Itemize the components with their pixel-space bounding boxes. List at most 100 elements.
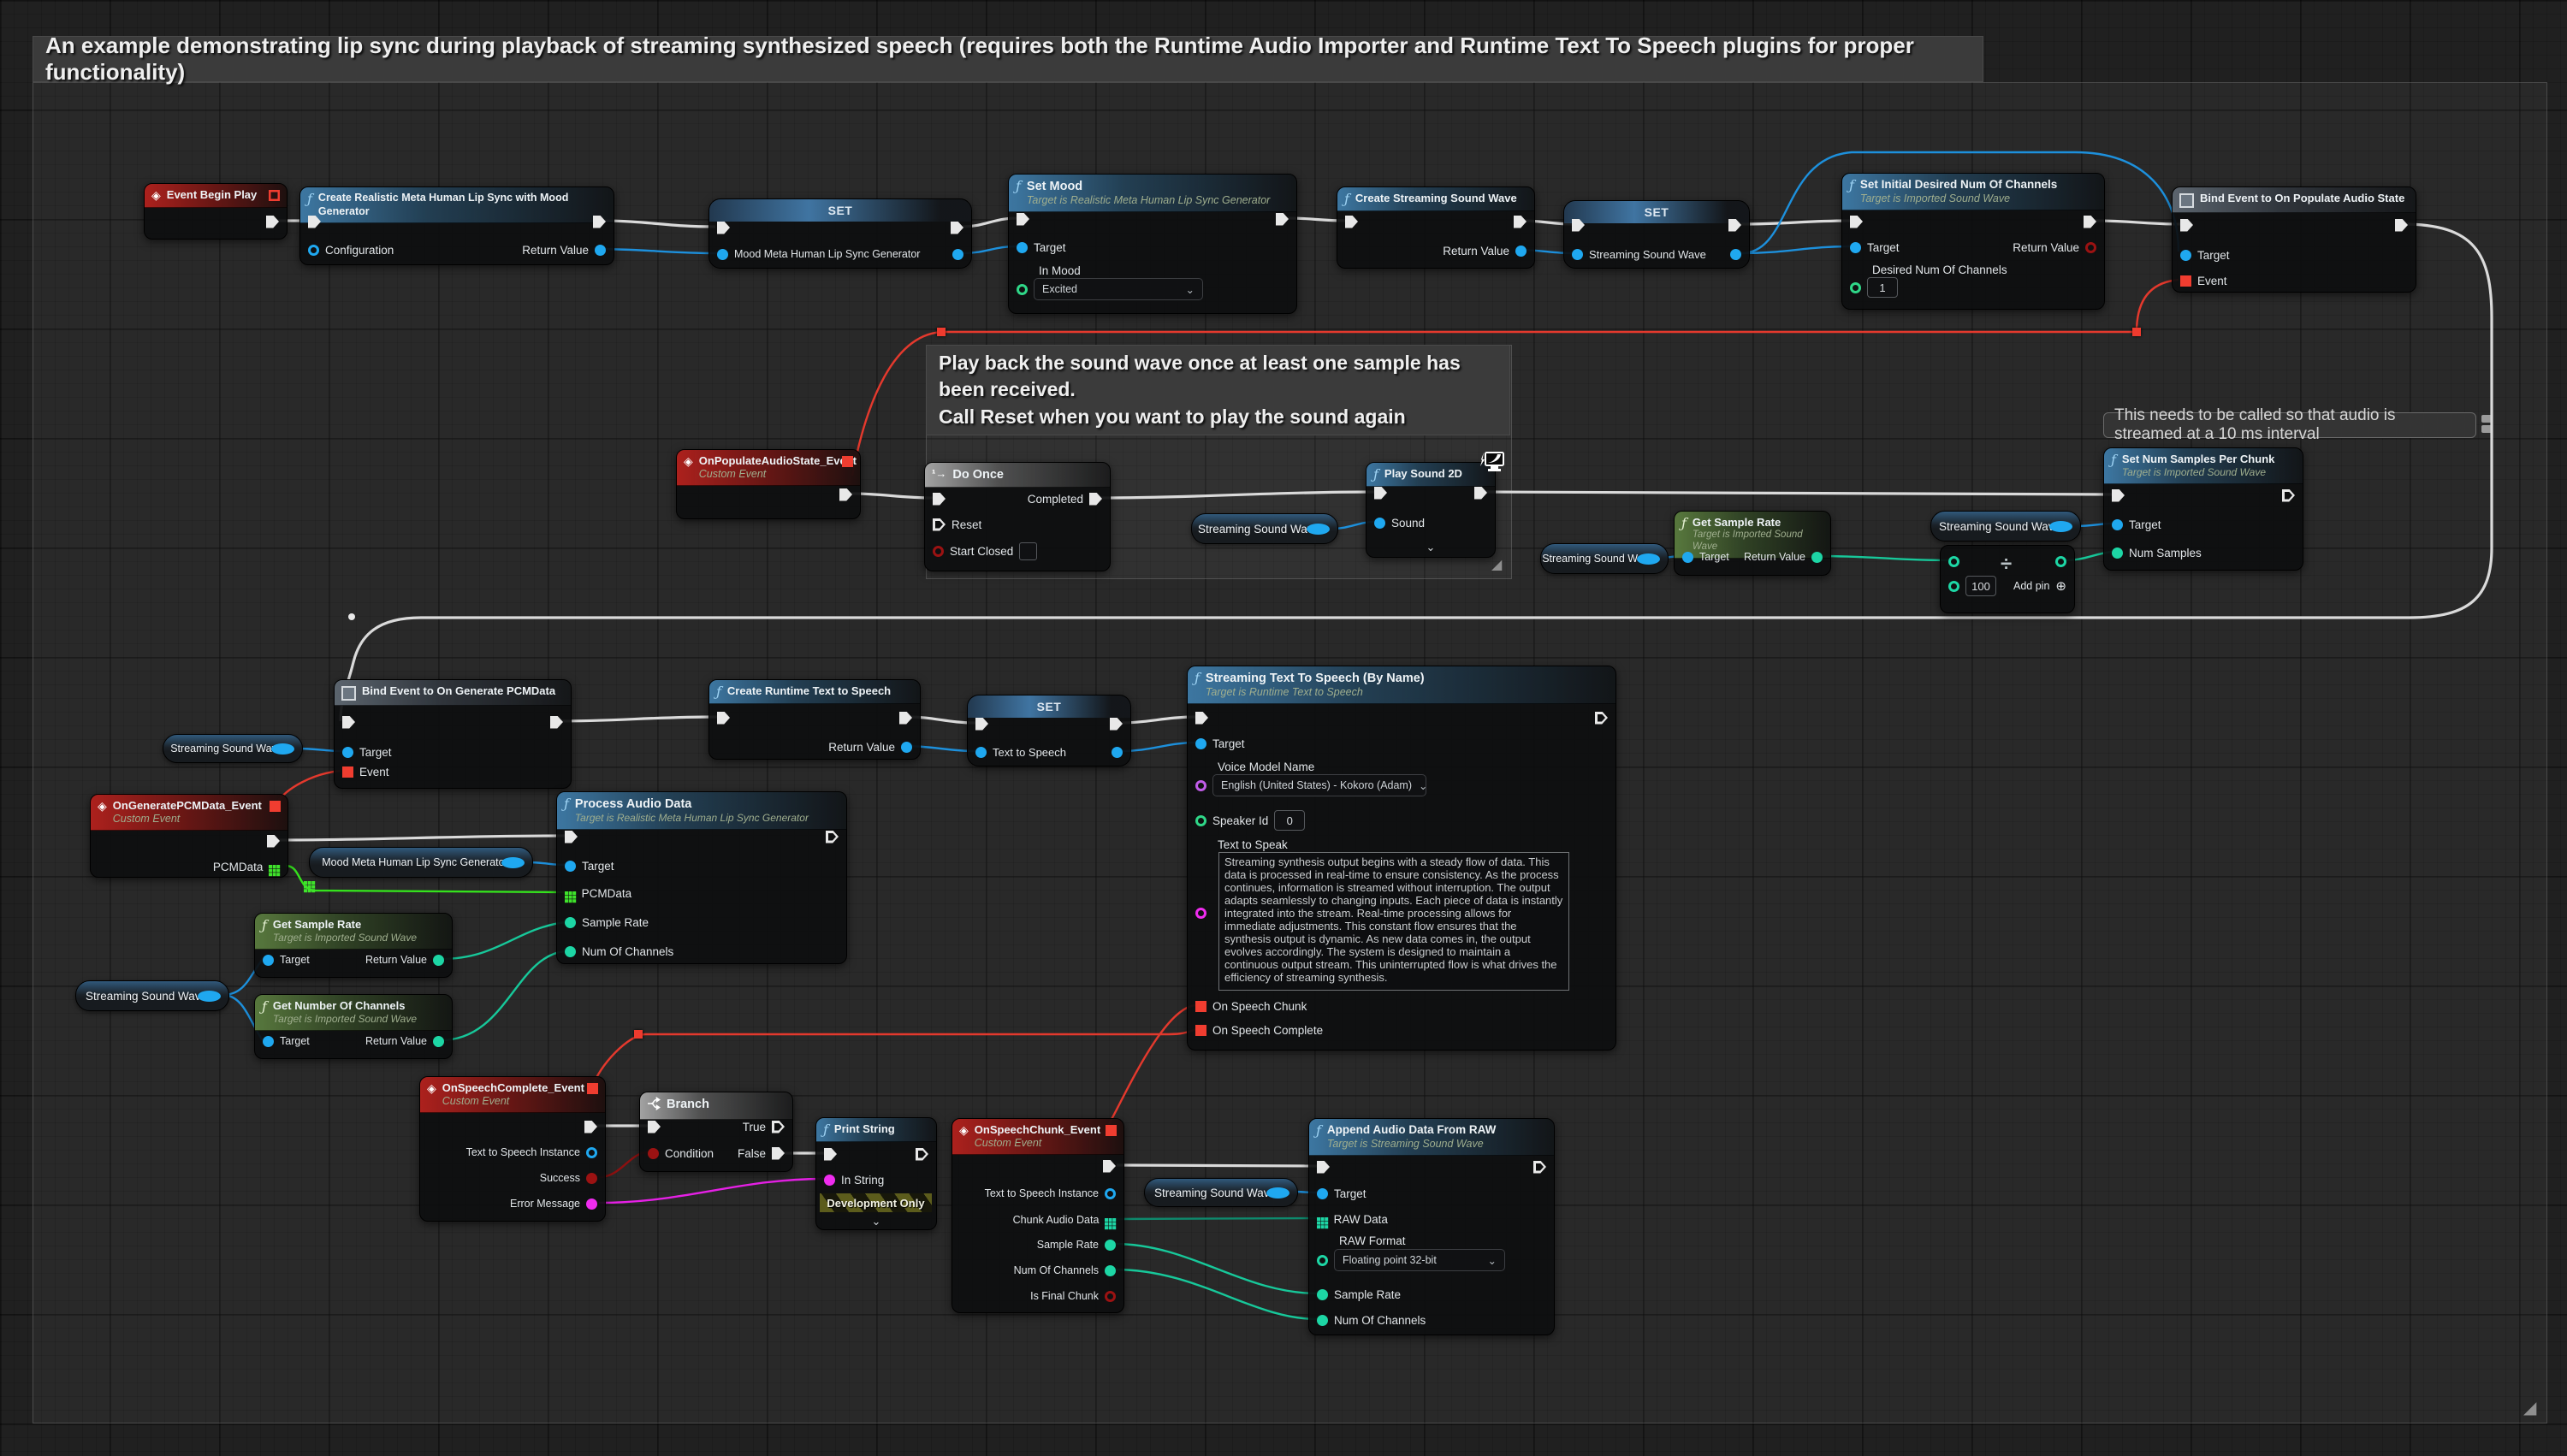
dropdown[interactable]: English (United States) - Kokoro (Adam)⌄ <box>1212 774 1426 796</box>
str-pin[interactable] <box>586 1199 597 1210</box>
obj-pin[interactable] <box>975 747 987 758</box>
teal-pin[interactable] <box>1105 1265 1116 1276</box>
exec-pin[interactable] <box>717 712 730 725</box>
comment-pin-icon[interactable] <box>2481 415 2493 433</box>
reroute-node[interactable] <box>348 613 355 620</box>
exec-pin[interactable] <box>2282 489 2295 502</box>
exec-pin[interactable] <box>951 222 963 234</box>
process-audio-data[interactable]: ƒProcess Audio DataTarget is Realistic M… <box>556 791 847 964</box>
exec-pin[interactable] <box>267 835 280 848</box>
teal-pin[interactable] <box>1948 556 1959 567</box>
exec-pin[interactable] <box>772 1121 785 1133</box>
exec-pin[interactable] <box>916 1148 928 1161</box>
value-input[interactable]: 100 <box>1965 576 1996 596</box>
delegate-pin[interactable] <box>587 1083 598 1094</box>
exec-pin[interactable] <box>1103 1160 1116 1173</box>
exec-pin[interactable] <box>550 716 563 729</box>
set-streaming-sound-wave[interactable]: SETStreaming Sound Wave <box>1563 200 1750 269</box>
print-string[interactable]: ƒPrint StringIn StringDevelopment Only⌄ <box>815 1117 937 1230</box>
bool-pin[interactable] <box>2085 242 2096 253</box>
obj-pin[interactable] <box>2049 521 2072 532</box>
exec-pin[interactable] <box>1195 712 1208 725</box>
exec-pin[interactable] <box>2395 219 2408 232</box>
teal-pin[interactable] <box>2112 547 2123 559</box>
bool-pin[interactable] <box>648 1148 659 1159</box>
checkbox[interactable] <box>1019 542 1037 560</box>
obj-pin[interactable] <box>565 861 576 872</box>
exec-pin[interactable] <box>266 216 279 228</box>
exec-pin[interactable] <box>826 831 839 843</box>
delegate-pin[interactable] <box>269 190 280 201</box>
teal-pin[interactable] <box>1948 581 1959 592</box>
teal-pin[interactable] <box>433 1036 444 1047</box>
text-to-speak-input[interactable]: Streaming synthesis output begins with a… <box>1218 852 1569 991</box>
dropdown[interactable]: Excited⌄ <box>1034 278 1203 300</box>
del-pin[interactable] <box>342 766 353 778</box>
comment-resize-handle-icon[interactable]: ◢ <box>2523 1400 2536 1417</box>
exec-pin[interactable] <box>933 493 946 506</box>
obj-pin[interactable] <box>1112 747 1123 758</box>
var-streaming-sound-wave-3[interactable]: Streaming Sound Wave <box>1930 511 2081 542</box>
get-sample-rate-left[interactable]: ƒGet Sample RateTarget is Imported Sound… <box>254 913 453 978</box>
obj-pin[interactable] <box>1515 246 1527 257</box>
obj-pin[interactable] <box>1374 518 1385 529</box>
var-streaming-sound-wave-2[interactable]: Streaming Sound Wave <box>1540 543 1669 574</box>
exec-pin[interactable] <box>1110 718 1123 731</box>
blueprint-graph-canvas[interactable]: An example demonstrating lip sync during… <box>0 0 2567 1456</box>
exec-pin[interactable] <box>1595 712 1608 725</box>
obj-pin[interactable] <box>1105 1188 1116 1199</box>
teal-pin[interactable] <box>1317 1315 1328 1326</box>
exec-pin[interactable] <box>1317 1161 1330 1174</box>
create-streaming-sound-wave[interactable]: ƒCreate Streaming Sound WaveReturn Value <box>1337 186 1535 269</box>
delegate-pin[interactable] <box>1106 1125 1117 1136</box>
exec-pin[interactable] <box>899 712 912 725</box>
reroute-node[interactable] <box>634 1030 643 1039</box>
enumg-pin[interactable] <box>1017 284 1028 295</box>
teal-pin[interactable] <box>565 946 576 957</box>
on-generate-pcmdata-event[interactable]: ◈OnGeneratePCMData_EventCustom EventPCMD… <box>90 794 288 878</box>
teal-pin[interactable] <box>1811 552 1823 563</box>
obj-pin[interactable] <box>501 857 525 868</box>
obj-pin[interactable] <box>586 1147 597 1158</box>
exec-pin[interactable] <box>975 718 988 731</box>
bool-pin[interactable] <box>586 1173 597 1184</box>
obj-pin[interactable] <box>1266 1187 1289 1199</box>
graph-comment-title[interactable]: An example demonstrating lip sync during… <box>33 36 1983 82</box>
var-streaming-sound-wave-4[interactable]: Streaming Sound Wave <box>163 734 303 763</box>
obj-pin[interactable] <box>1682 552 1693 563</box>
exec-pin[interactable] <box>1533 1161 1546 1174</box>
exec-pin[interactable] <box>2084 216 2096 228</box>
on-populate-audio-state-event[interactable]: ◈OnPopulateAudioState_EventCustom Event <box>676 449 861 519</box>
reroute-node[interactable] <box>2132 328 2141 336</box>
obj-pin[interactable] <box>595 245 606 256</box>
teal-pin[interactable] <box>1105 1218 1108 1222</box>
branch[interactable]: BranchTrueConditionFalse <box>639 1092 793 1172</box>
exec-pin[interactable] <box>1514 216 1527 228</box>
teal-pin[interactable] <box>1105 1240 1116 1251</box>
obj-pin[interactable] <box>342 747 353 758</box>
set-text-to-speech[interactable]: SETText to Speech <box>967 695 1131 766</box>
exec-pin[interactable] <box>2112 489 2125 502</box>
delegate-pin[interactable] <box>842 456 853 467</box>
teal-pin[interactable] <box>1317 1217 1320 1221</box>
obj-pin[interactable] <box>271 743 294 755</box>
value-input[interactable]: 0 <box>1274 810 1305 831</box>
obj-pin[interactable] <box>1017 242 1028 253</box>
set-mood[interactable]: ƒSet MoodTarget is Realistic Meta Human … <box>1008 174 1297 314</box>
exec-pin[interactable] <box>584 1121 597 1133</box>
create-runtime-text-to-speech[interactable]: ƒCreate Runtime Text to SpeechReturn Val… <box>708 679 921 760</box>
value-input[interactable]: 1 <box>1867 277 1898 298</box>
obj-pin[interactable] <box>1572 249 1583 260</box>
enumg-pin[interactable] <box>1850 282 1861 293</box>
obj-pin[interactable] <box>901 742 912 753</box>
bool-pin[interactable] <box>933 546 944 557</box>
var-streaming-sound-wave-1[interactable]: Streaming Sound Wave <box>1191 513 1338 544</box>
exec-pin[interactable] <box>717 222 730 234</box>
divide[interactable]: 100Add pin⊕÷ <box>1940 545 2075 613</box>
streaming-text-to-speech[interactable]: ƒStreaming Text To Speech (By Name)Targe… <box>1187 666 1616 1051</box>
var-streaming-sound-wave-5[interactable]: Streaming Sound Wave <box>75 980 229 1011</box>
get-number-of-channels[interactable]: ƒGet Number Of ChannelsTarget is Importe… <box>254 994 453 1059</box>
var-mood-lipsync-generator[interactable]: Mood Meta Human Lip Sync Generator <box>309 847 533 878</box>
obj-pin[interactable] <box>1730 249 1741 260</box>
exec-pin[interactable] <box>1276 213 1289 226</box>
